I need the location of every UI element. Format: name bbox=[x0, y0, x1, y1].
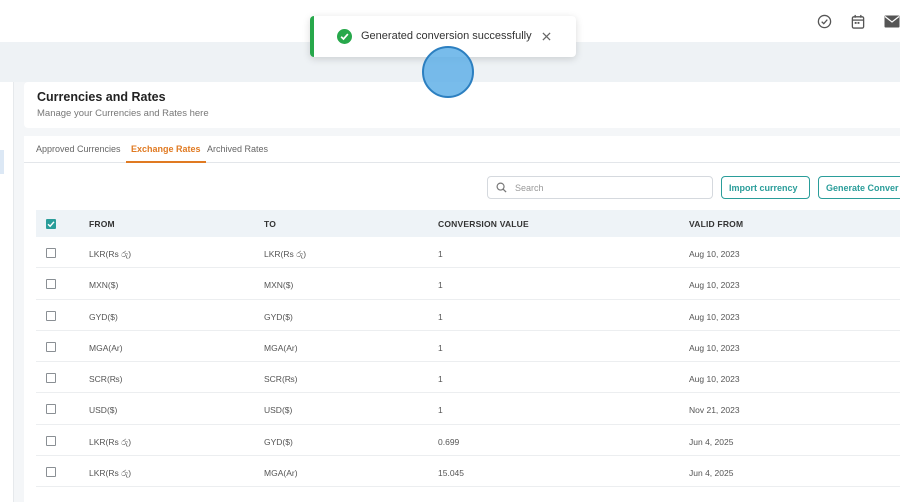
cell-valid-from: Aug 10, 2023 bbox=[689, 311, 740, 322]
check-circle-icon[interactable] bbox=[816, 13, 832, 29]
cell-from: USD($) bbox=[89, 405, 118, 416]
table-row[interactable]: GYD($) GYD($) 1 Aug 10, 2023 bbox=[36, 300, 900, 331]
column-header-from[interactable]: FROM bbox=[89, 219, 115, 229]
cell-to: MGA(Ar) bbox=[264, 468, 298, 479]
column-header-conversion-value[interactable]: CONVERSION VALUE bbox=[438, 219, 529, 229]
check-icon bbox=[47, 221, 55, 228]
table-row[interactable]: LKR(Rs රු) GYD($) 0.699 Jun 4, 2025 bbox=[36, 425, 900, 457]
cell-to: SCR(₨) bbox=[264, 374, 298, 385]
column-header-valid-from[interactable]: VALID FROM bbox=[689, 219, 743, 229]
cell-valid-from: Jun 4, 2025 bbox=[689, 436, 734, 447]
cell-valid-from: Aug 10, 2023 bbox=[689, 249, 740, 259]
cell-from: LKR(Rs රු) bbox=[89, 436, 132, 447]
table-header-row: FROM TO CONVERSION VALUE VALID FROM bbox=[36, 210, 900, 237]
cell-valid-from: Nov 21, 2023 bbox=[689, 405, 740, 416]
search-input[interactable] bbox=[515, 182, 695, 193]
cell-from: SCR(₨) bbox=[89, 374, 123, 385]
toast-message: Generated conversion successfully bbox=[361, 30, 532, 42]
cell-from: MGA(Ar) bbox=[89, 342, 123, 353]
cell-conversion-value: 0.699 bbox=[438, 436, 460, 447]
cell-valid-from: Aug 10, 2023 bbox=[689, 280, 740, 291]
table-row[interactable]: LKR(Rs රු) LKR(Rs රු) 1 Aug 10, 2023 bbox=[36, 237, 900, 269]
cell-from: GYD($) bbox=[89, 311, 118, 322]
cell-from: LKR(Rs රු) bbox=[89, 249, 132, 259]
table-row[interactable]: SCR(₨) SCR(₨) 1 Aug 10, 2023 bbox=[36, 362, 900, 394]
generate-conversion-button[interactable]: Generate Conver bbox=[818, 176, 900, 199]
cell-from: MXN($) bbox=[89, 280, 119, 291]
row-checkbox[interactable] bbox=[46, 435, 56, 446]
row-checkbox[interactable] bbox=[46, 467, 56, 478]
exchange-rates-table: FROM TO CONVERSION VALUE VALID FROM LKR(… bbox=[36, 210, 900, 488]
row-checkbox[interactable] bbox=[46, 279, 56, 290]
cell-to: GYD($) bbox=[264, 436, 293, 447]
cell-conversion-value: 1 bbox=[438, 405, 443, 416]
tab-archived-rates[interactable]: Archived Rates bbox=[207, 144, 268, 161]
import-currency-button[interactable]: Import currency bbox=[721, 176, 810, 199]
cell-conversion-value: 15.045 bbox=[438, 468, 464, 479]
page-title: Currencies and Rates bbox=[37, 90, 166, 104]
cell-conversion-value: 1 bbox=[438, 311, 443, 322]
cell-valid-from: Jun 4, 2025 bbox=[689, 468, 734, 479]
cell-to: LKR(Rs රු) bbox=[264, 249, 307, 259]
cell-valid-from: Aug 10, 2023 bbox=[689, 342, 740, 353]
tab-bar: Approved Currencies Exchange Rates Archi… bbox=[24, 136, 900, 163]
tab-exchange-rates[interactable]: Exchange Rates bbox=[126, 144, 206, 163]
cell-to: MGA(Ar) bbox=[264, 342, 298, 353]
search-icon bbox=[496, 182, 507, 193]
table-row[interactable]: MGA(Ar) MGA(Ar) 1 Aug 10, 2023 bbox=[36, 331, 900, 363]
row-checkbox[interactable] bbox=[46, 310, 56, 321]
sidebar-active-marker bbox=[0, 150, 4, 174]
mail-icon[interactable] bbox=[884, 13, 900, 29]
cursor-indicator bbox=[422, 46, 474, 98]
calendar-icon[interactable] bbox=[850, 13, 866, 29]
column-header-to[interactable]: TO bbox=[264, 219, 276, 229]
cell-conversion-value: 1 bbox=[438, 342, 443, 353]
cell-from: LKR(Rs රු) bbox=[89, 468, 132, 479]
row-checkbox[interactable] bbox=[46, 373, 56, 384]
table-row[interactable]: MXN($) MXN($) 1 Aug 10, 2023 bbox=[36, 268, 900, 300]
cell-conversion-value: 1 bbox=[438, 249, 443, 259]
row-checkbox[interactable] bbox=[46, 248, 56, 258]
row-checkbox[interactable] bbox=[46, 341, 56, 352]
cell-to: GYD($) bbox=[264, 311, 293, 322]
table-row[interactable]: USD($) USD($) 1 Nov 21, 2023 bbox=[36, 393, 900, 425]
tab-approved-currencies[interactable]: Approved Currencies bbox=[36, 144, 121, 161]
cell-to: USD($) bbox=[264, 405, 293, 416]
search-box[interactable] bbox=[487, 176, 713, 199]
rates-card: Approved Currencies Exchange Rates Archi… bbox=[24, 136, 900, 502]
page-subtitle: Manage your Currencies and Rates here bbox=[37, 108, 209, 119]
left-sidebar-edge bbox=[0, 82, 14, 502]
cell-conversion-value: 1 bbox=[438, 374, 443, 385]
topbar-icons bbox=[816, 13, 900, 29]
row-checkbox[interactable] bbox=[46, 404, 56, 415]
cell-valid-from: Aug 10, 2023 bbox=[689, 374, 740, 385]
cell-to: MXN($) bbox=[264, 280, 294, 291]
cell-conversion-value: 1 bbox=[438, 280, 443, 291]
select-all-checkbox[interactable] bbox=[46, 219, 56, 229]
table-row[interactable]: LKR(Rs රු) MGA(Ar) 15.045 Jun 4, 2025 bbox=[36, 456, 900, 488]
success-check-icon bbox=[337, 29, 352, 44]
close-icon[interactable] bbox=[540, 30, 552, 42]
